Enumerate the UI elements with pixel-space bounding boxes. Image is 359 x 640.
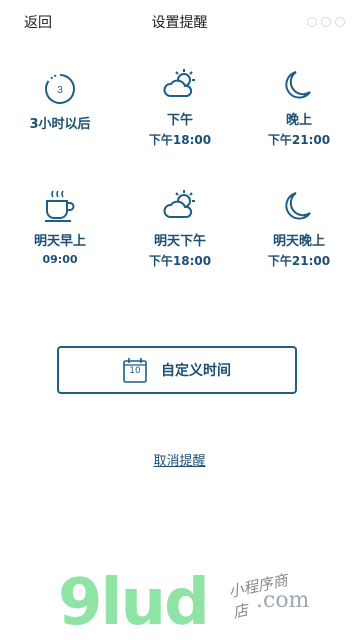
coffee-cup-icon xyxy=(45,190,75,222)
partly-cloudy-sun-icon xyxy=(163,69,195,97)
page-title: 设置提醒 xyxy=(151,15,208,31)
option-tomorrow-afternoon[interactable]: 明天下午 下午18:00 xyxy=(120,189,240,269)
option-time: 下午21:00 xyxy=(267,254,331,268)
dot-icon xyxy=(321,17,331,27)
crescent-moon-icon xyxy=(285,192,311,220)
watermark-brand: 9lud xyxy=(58,566,210,640)
watermark-logo: 9lud 小程序商店 .com xyxy=(58,566,309,640)
cancel-reminder-link[interactable]: 取消提醒 xyxy=(0,450,359,469)
calendar-icon: 10 xyxy=(123,357,147,383)
option-time: 09:00 xyxy=(42,253,78,266)
option-label: 3小时以后 xyxy=(29,117,91,132)
option-time: 下午21:00 xyxy=(267,133,331,147)
more-menu-button[interactable] xyxy=(307,17,345,27)
option-evening[interactable]: 晚上 下午21:00 xyxy=(239,68,359,148)
option-label: 明天晚上 xyxy=(272,234,325,249)
option-tomorrow-morning[interactable]: 明天早上 09:00 xyxy=(0,189,120,266)
partly-cloudy-sun-icon xyxy=(163,190,195,218)
crescent-moon-icon xyxy=(285,71,311,99)
timer-badge: 3 xyxy=(57,85,63,96)
dot-icon xyxy=(335,17,345,27)
option-time: 下午18:00 xyxy=(148,133,212,147)
option-3-hours-later[interactable]: 3 3小时以后 xyxy=(0,72,120,132)
option-label: 下午 xyxy=(166,113,193,128)
dot-icon xyxy=(307,17,317,27)
option-label: 明天早上 xyxy=(33,234,86,249)
calendar-day: 10 xyxy=(129,366,141,376)
timer-icon: 3 xyxy=(45,74,75,104)
watermark-domain: .com xyxy=(256,588,310,613)
top-bar: 返回 设置提醒 xyxy=(0,0,359,44)
custom-time-button[interactable]: 10 自定义时间 xyxy=(57,346,297,394)
option-afternoon[interactable]: 下午 下午18:00 xyxy=(120,68,240,148)
custom-time-label: 自定义时间 xyxy=(161,363,231,379)
option-label: 晚上 xyxy=(285,113,312,128)
option-tomorrow-evening[interactable]: 明天晚上 下午21:00 xyxy=(239,189,359,269)
option-label: 明天下午 xyxy=(153,234,206,249)
option-time: 下午18:00 xyxy=(148,254,212,268)
